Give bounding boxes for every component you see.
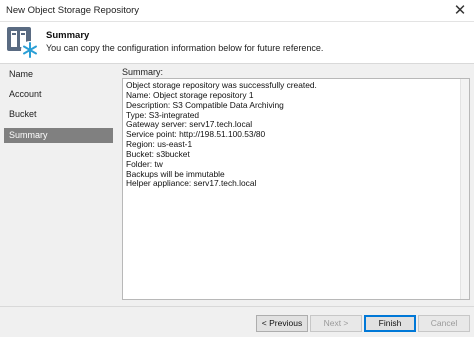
page-subtitle: You can copy the configuration informati… — [46, 43, 324, 53]
step-summary[interactable]: Summary — [4, 128, 113, 143]
cancel-button[interactable]: Cancel — [418, 315, 470, 332]
wizard-content: Name Account Bucket Summary Summary: Obj… — [0, 64, 474, 306]
summary-scrollbar[interactable] — [460, 79, 469, 299]
page-title: Summary — [46, 30, 90, 41]
finish-button[interactable]: Finish — [364, 315, 416, 332]
summary-panel: Summary: Object storage repository was s… — [118, 64, 470, 306]
summary-textbox[interactable]: Object storage repository was successful… — [122, 78, 470, 300]
wizard-step-nav: Name Account Bucket Summary — [0, 64, 114, 306]
close-icon[interactable]: ✕ — [451, 2, 469, 20]
next-button[interactable]: Next > — [310, 315, 362, 332]
step-name[interactable]: Name — [4, 67, 113, 82]
summary-line: Bucket: s3bucket — [126, 148, 190, 159]
step-bucket[interactable]: Bucket — [4, 107, 113, 122]
object-storage-snowflake-icon — [7, 27, 39, 59]
wizard-header: Summary You can copy the configuration i… — [0, 22, 474, 64]
window-title: New Object Storage Repository — [6, 5, 140, 16]
summary-label: Summary: — [122, 67, 164, 77]
step-account[interactable]: Account — [4, 87, 113, 102]
previous-button[interactable]: < Previous — [256, 315, 308, 332]
wizard-footer: < Previous Next > Finish Cancel — [0, 306, 474, 337]
window-titlebar: New Object Storage Repository ✕ — [0, 0, 474, 22]
summary-line: Helper appliance: serv17.tech.local — [126, 178, 257, 189]
